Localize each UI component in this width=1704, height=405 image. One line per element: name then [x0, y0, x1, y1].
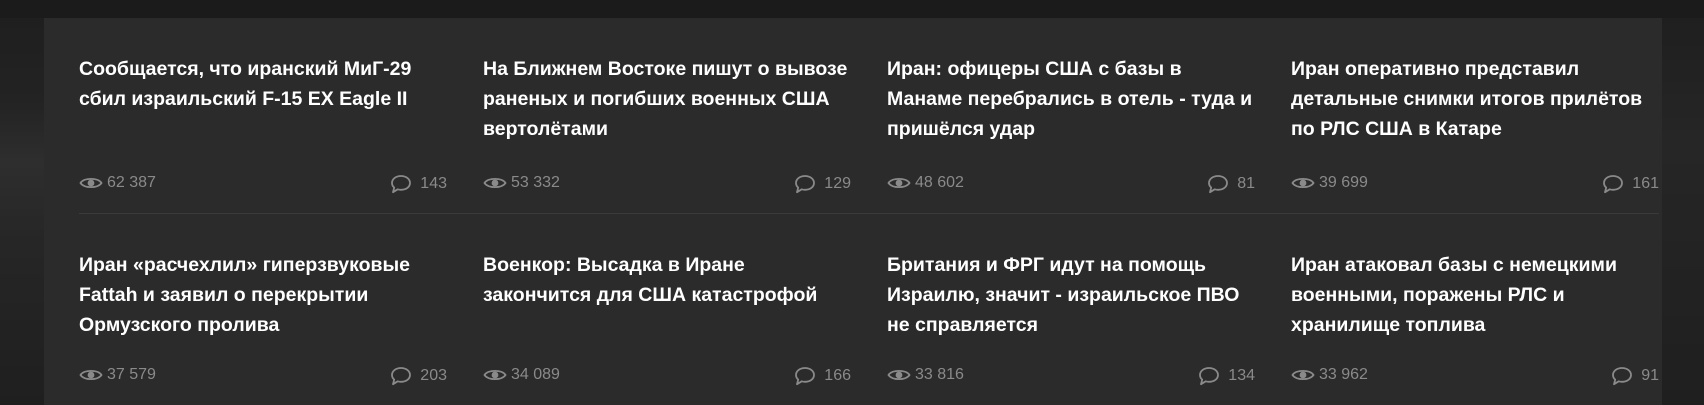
eye-icon — [1291, 175, 1315, 191]
news-card[interactable]: На Ближнем Востоке пишут о вывозе ранены… — [483, 54, 851, 194]
views-count: 37 579 — [107, 366, 156, 383]
news-card-title[interactable]: Военкор: Высадка в Иране закончится для … — [483, 250, 851, 310]
comments-count: 134 — [1228, 367, 1255, 384]
page-background-left — [0, 0, 44, 405]
views-counter: 39 699 — [1291, 174, 1368, 192]
news-card-meta: 37 579 203 — [79, 366, 447, 390]
comments-counter[interactable]: 91 — [1611, 366, 1659, 386]
news-card-meta: 33 962 91 — [1291, 366, 1659, 390]
comment-bubble-icon — [794, 366, 816, 386]
top-strip — [0, 0, 1704, 18]
comments-count: 161 — [1632, 175, 1659, 192]
views-counter: 53 332 — [483, 174, 560, 192]
news-card-meta: 39 699 161 — [1291, 174, 1659, 198]
comments-counter[interactable]: 166 — [794, 366, 851, 386]
views-count: 62 387 — [107, 174, 156, 191]
comments-count: 129 — [824, 175, 851, 192]
news-card-title[interactable]: Иран оперативно представил детальные сни… — [1291, 54, 1659, 144]
news-card-meta: 34 089 166 — [483, 366, 851, 390]
comments-counter[interactable]: 134 — [1198, 366, 1255, 386]
comments-count: 143 — [420, 175, 447, 192]
comment-bubble-icon — [1207, 174, 1229, 194]
views-count: 39 699 — [1319, 174, 1368, 191]
views-count: 33 962 — [1319, 366, 1368, 383]
news-card-title[interactable]: Британия и ФРГ идут на помощь Израилю, з… — [887, 250, 1255, 340]
comments-counter[interactable]: 161 — [1602, 174, 1659, 194]
news-grid-panel: Сообщается, что иранский МиГ-29 сбил изр… — [44, 18, 1662, 405]
comment-bubble-icon — [1611, 366, 1633, 386]
eye-icon — [483, 367, 507, 383]
comment-bubble-icon — [794, 174, 816, 194]
eye-icon — [887, 367, 911, 383]
comments-counter[interactable]: 143 — [390, 174, 447, 194]
news-card-meta: 62 387 143 — [79, 174, 447, 198]
views-counter: 33 816 — [887, 366, 964, 384]
news-card[interactable]: Иран: офицеры США с базы в Манаме перебр… — [887, 54, 1255, 194]
news-card[interactable]: Сообщается, что иранский МиГ-29 сбил изр… — [79, 54, 447, 194]
news-card-meta: 33 816 134 — [887, 366, 1255, 390]
comments-count: 166 — [824, 367, 851, 384]
news-card[interactable]: Военкор: Высадка в Иране закончится для … — [483, 250, 851, 386]
news-card[interactable]: Иран оперативно представил детальные сни… — [1291, 54, 1659, 194]
comment-bubble-icon — [1602, 174, 1624, 194]
comment-bubble-icon — [390, 366, 412, 386]
views-counter: 33 962 — [1291, 366, 1368, 384]
comments-counter[interactable]: 129 — [794, 174, 851, 194]
news-card-title[interactable]: Иран атаковал базы с немецкими военными,… — [1291, 250, 1659, 340]
news-card-title[interactable]: Сообщается, что иранский МиГ-29 сбил изр… — [79, 54, 447, 114]
news-card-title[interactable]: Иран «расчехлил» гиперзвуковые Fattah и … — [79, 250, 447, 340]
page-background-right — [1662, 0, 1704, 405]
views-count: 53 332 — [511, 174, 560, 191]
comments-counter[interactable]: 203 — [390, 366, 447, 386]
news-card-title[interactable]: На Ближнем Востоке пишут о вывозе ранены… — [483, 54, 851, 144]
news-card-meta: 48 602 81 — [887, 174, 1255, 198]
views-counter: 34 089 — [483, 366, 560, 384]
news-card-meta: 53 332 129 — [483, 174, 851, 198]
eye-icon — [483, 175, 507, 191]
views-counter: 62 387 — [79, 174, 156, 192]
comments-count: 81 — [1237, 175, 1255, 192]
eye-icon — [1291, 367, 1315, 383]
news-card[interactable]: Иран атаковал базы с немецкими военными,… — [1291, 250, 1659, 386]
views-count: 33 816 — [915, 366, 964, 383]
news-card[interactable]: Иран «расчехлил» гиперзвуковые Fattah и … — [79, 250, 447, 386]
comments-count: 203 — [420, 367, 447, 384]
comment-bubble-icon — [1198, 366, 1220, 386]
eye-icon — [79, 367, 103, 383]
views-counter: 37 579 — [79, 366, 156, 384]
eye-icon — [887, 175, 911, 191]
comments-count: 91 — [1641, 367, 1659, 384]
news-card-title[interactable]: Иран: офицеры США с базы в Манаме перебр… — [887, 54, 1255, 144]
views-counter: 48 602 — [887, 174, 964, 192]
comments-counter[interactable]: 81 — [1207, 174, 1255, 194]
row-divider — [79, 213, 1659, 214]
news-card[interactable]: Британия и ФРГ идут на помощь Израилю, з… — [887, 250, 1255, 386]
comment-bubble-icon — [390, 174, 412, 194]
views-count: 48 602 — [915, 174, 964, 191]
eye-icon — [79, 175, 103, 191]
views-count: 34 089 — [511, 366, 560, 383]
